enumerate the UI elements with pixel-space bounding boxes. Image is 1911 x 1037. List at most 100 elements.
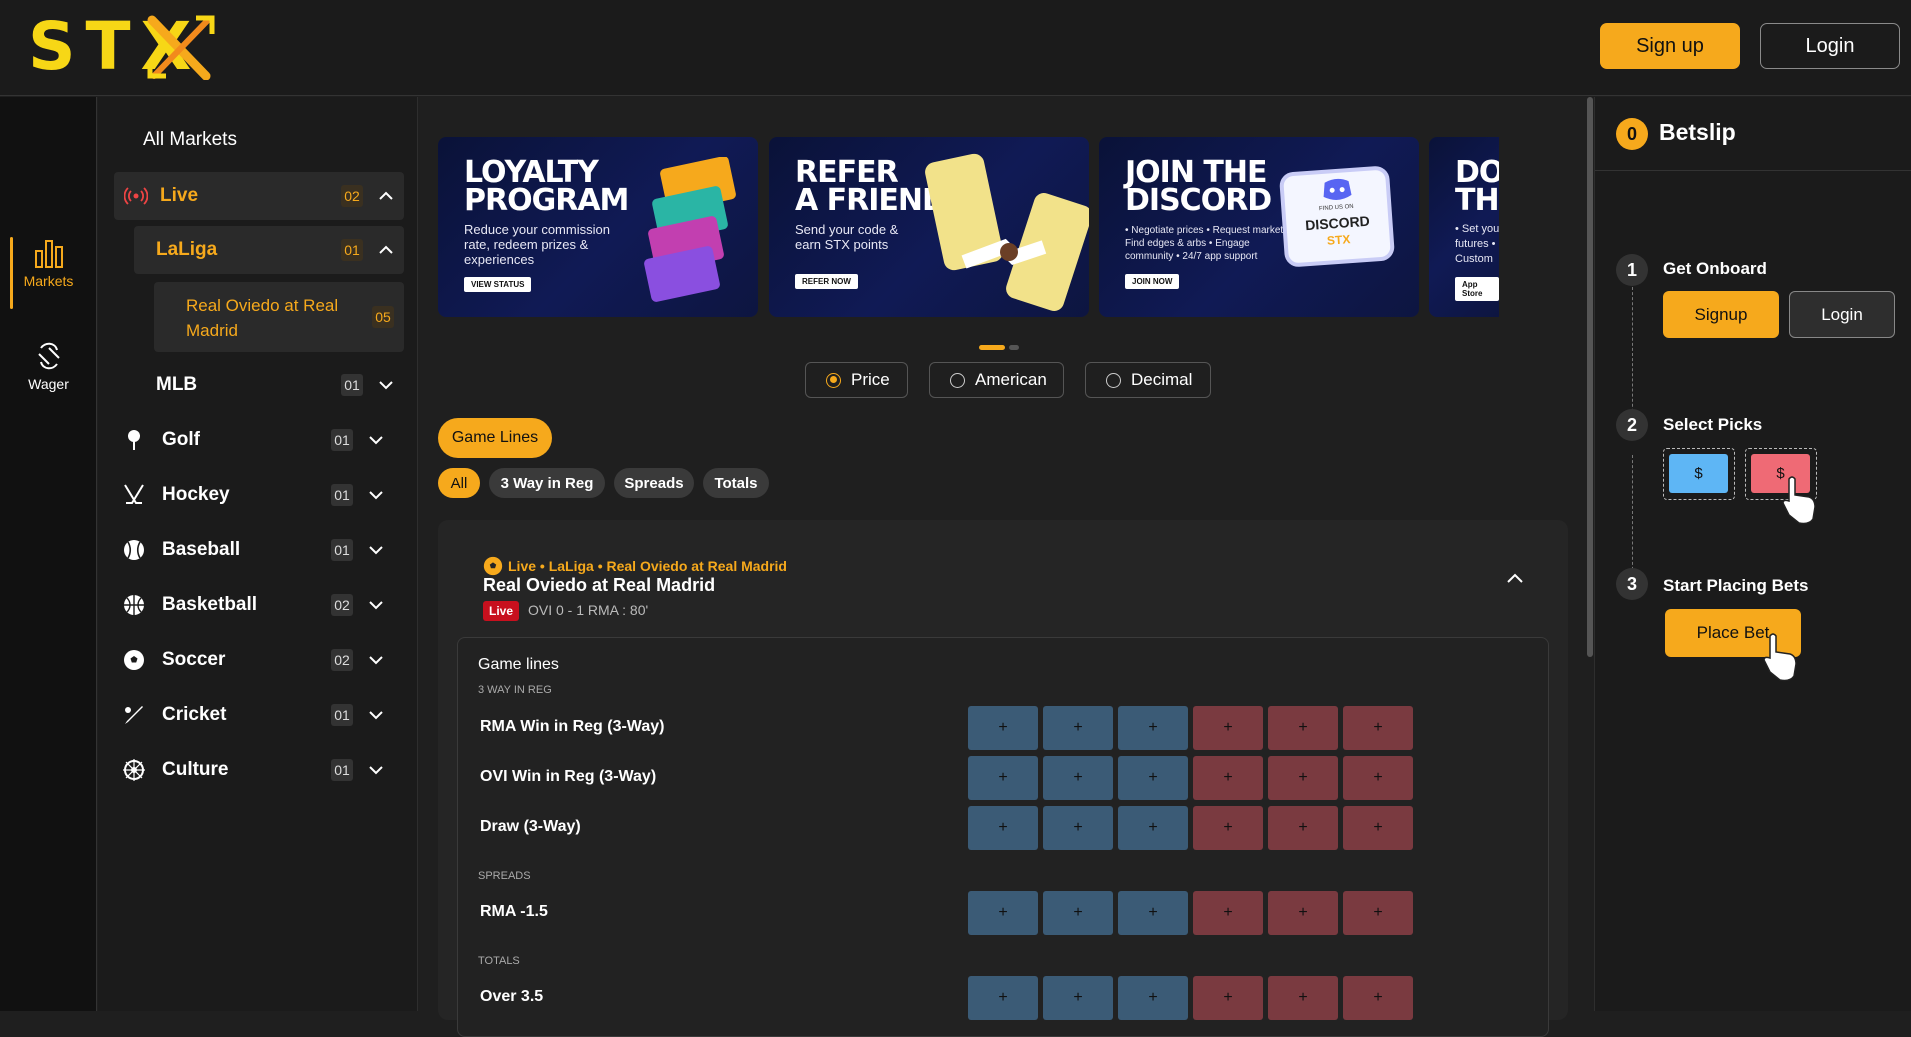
chevron-up-icon[interactable] <box>376 240 396 260</box>
pointer-hand-icon <box>1782 476 1816 525</box>
banner-discord[interactable]: JOIN THE DISCORD • Negotiate prices • Req… <box>1099 137 1419 317</box>
odds-format-price[interactable]: Price <box>805 362 908 398</box>
count-badge: 01 <box>331 429 353 451</box>
count-badge: 01 <box>341 374 363 396</box>
sidebar-item-golf[interactable]: Golf 01 <box>98 416 404 464</box>
chevron-down-icon[interactable] <box>366 705 386 725</box>
odds-sell-cell[interactable]: + <box>1343 806 1413 850</box>
filter-spreads[interactable]: Spreads <box>614 468 694 498</box>
odds-buy-cell[interactable]: + <box>1118 706 1188 750</box>
sidebar-item-cricket[interactable]: Cricket 01 <box>98 691 404 739</box>
banner-refer[interactable]: REFER A FRIEND Send your code & earn STX … <box>769 137 1089 317</box>
step-label: Get Onboard <box>1663 259 1767 278</box>
chevron-down-icon[interactable] <box>366 650 386 670</box>
sidebar-item-culture[interactable]: Culture 01 <box>98 746 404 794</box>
betslip-header: 0 Betslip <box>1595 97 1911 171</box>
odds-sell-cell[interactable]: + <box>1193 806 1263 850</box>
odds-buy-cell[interactable]: + <box>1118 976 1188 1020</box>
sidebar-item-soccer[interactable]: Soccer 02 <box>98 636 404 684</box>
banner-cta-button[interactable]: REFER NOW <box>795 274 858 289</box>
count-badge: 02 <box>331 649 353 671</box>
odds-format-american[interactable]: American <box>929 362 1064 398</box>
odds-buy-cell[interactable]: + <box>1043 891 1113 935</box>
top-bar: STX Sign up Login <box>0 0 1911 96</box>
chevron-up-icon[interactable] <box>376 186 396 206</box>
discord-badge: FIND US ON DISCORD STX <box>1278 165 1396 268</box>
odds-sell-cell[interactable]: + <box>1193 756 1263 800</box>
odds-buy-cell[interactable]: + <box>968 976 1038 1020</box>
carousel-dot[interactable] <box>1009 345 1019 350</box>
chevron-down-icon[interactable] <box>366 430 386 450</box>
odds-buy-cell[interactable]: + <box>1043 706 1113 750</box>
chevron-down-icon[interactable] <box>366 760 386 780</box>
betslip-title: Betslip <box>1659 119 1736 145</box>
odds-buy-cell[interactable]: + <box>1043 806 1113 850</box>
sidebar-item-label: MLB <box>156 374 198 395</box>
odds-sell-cell[interactable]: + <box>1268 706 1338 750</box>
odds-buy-cell[interactable]: + <box>1118 756 1188 800</box>
odds-sell-cell[interactable]: + <box>1268 976 1338 1020</box>
odds-buy-cell[interactable]: + <box>1118 891 1188 935</box>
rail-item-markets[interactable]: Markets <box>0 237 97 309</box>
event-breadcrumb[interactable]: Live • LaLiga • Real Oviedo at Real Madr… <box>482 555 787 577</box>
header-signup-button[interactable]: Sign up <box>1600 23 1740 69</box>
sidebar-item-label: Basketball <box>162 594 258 615</box>
chevron-up-icon[interactable] <box>1503 567 1527 591</box>
sidebar-item-laliga[interactable]: LaLiga 01 <box>134 226 404 274</box>
odds-buy-cell[interactable]: + <box>1043 976 1113 1020</box>
odds-buy-cell[interactable]: + <box>1043 756 1113 800</box>
header-login-button[interactable]: Login <box>1760 23 1900 69</box>
filter-3-way[interactable]: 3 Way in Reg <box>489 468 605 498</box>
chevron-down-icon[interactable] <box>366 540 386 560</box>
odds-sell-cell[interactable]: + <box>1268 891 1338 935</box>
count-badge: 01 <box>331 704 353 726</box>
game-lines-tab[interactable]: Game Lines <box>438 418 552 458</box>
betslip-login-button[interactable]: Login <box>1789 291 1895 338</box>
basketball-icon <box>124 595 144 615</box>
sidebar-item-label: Baseball <box>162 539 241 560</box>
sidebar-item-event[interactable]: Real Oviedo at Real Madrid 05 <box>154 282 404 352</box>
banner-cta-button[interactable]: JOIN NOW <box>1125 274 1180 289</box>
chevron-down-icon[interactable] <box>366 595 386 615</box>
carousel-dot-active[interactable] <box>979 345 1005 350</box>
step-connector <box>1632 455 1633 575</box>
radio-label: American <box>975 370 1047 389</box>
odds-sell-cell[interactable]: + <box>1268 806 1338 850</box>
odds-sell-cell[interactable]: + <box>1193 891 1263 935</box>
chevron-down-icon[interactable] <box>366 485 386 505</box>
app-store-button[interactable]: App Store <box>1455 277 1499 301</box>
market-label: RMA Win in Reg (3-Way) <box>480 718 665 735</box>
banner-cta-button[interactable]: VIEW STATUS <box>464 277 532 292</box>
soccer-icon <box>483 556 503 576</box>
odds-format-decimal[interactable]: Decimal <box>1085 362 1211 398</box>
odds-sell-cell[interactable]: + <box>1343 706 1413 750</box>
main-scrollbar[interactable] <box>1587 97 1593 657</box>
banner-download[interactable]: DO TH • Set you futures • Custom App Stor… <box>1429 137 1499 317</box>
odds-sell-cell[interactable]: + <box>1193 976 1263 1020</box>
filter-all[interactable]: All <box>438 468 480 498</box>
live-broadcast-icon <box>124 187 148 205</box>
sidebar-item-live[interactable]: Live 02 <box>114 172 404 220</box>
sidebar-item-baseball[interactable]: Baseball 01 <box>98 526 404 574</box>
odds-sell-cell[interactable]: + <box>1343 976 1413 1020</box>
sidebar-item-basketball[interactable]: Basketball 02 <box>98 581 404 629</box>
odds-buy-cell[interactable]: + <box>968 706 1038 750</box>
odds-sell-cell[interactable]: + <box>1193 706 1263 750</box>
stx-logo[interactable]: STX <box>28 12 215 82</box>
rail-item-wager[interactable]: Wager <box>0 340 97 392</box>
filter-totals[interactable]: Totals <box>703 468 769 498</box>
betslip-signup-button[interactable]: Signup <box>1663 291 1779 338</box>
odds-buy-cell[interactable]: + <box>968 756 1038 800</box>
banner-loyalty[interactable]: LOYALTY PROGRAM Reduce your commission ra… <box>438 137 758 317</box>
sidebar-item-hockey[interactable]: Hockey 01 <box>98 471 404 519</box>
sidebar-item-mlb[interactable]: MLB 01 <box>114 361 404 409</box>
odds-buy-cell[interactable]: + <box>968 891 1038 935</box>
banner-text: Reduce your commission rate, redeem priz… <box>464 222 610 267</box>
odds-buy-cell[interactable]: + <box>1118 806 1188 850</box>
chevron-down-icon[interactable] <box>376 375 396 395</box>
odds-sell-cell[interactable]: + <box>1268 756 1338 800</box>
odds-buy-cell[interactable]: + <box>968 806 1038 850</box>
odds-sell-cell[interactable]: + <box>1343 891 1413 935</box>
step-number: 1 <box>1616 254 1648 286</box>
odds-sell-cell[interactable]: + <box>1343 756 1413 800</box>
